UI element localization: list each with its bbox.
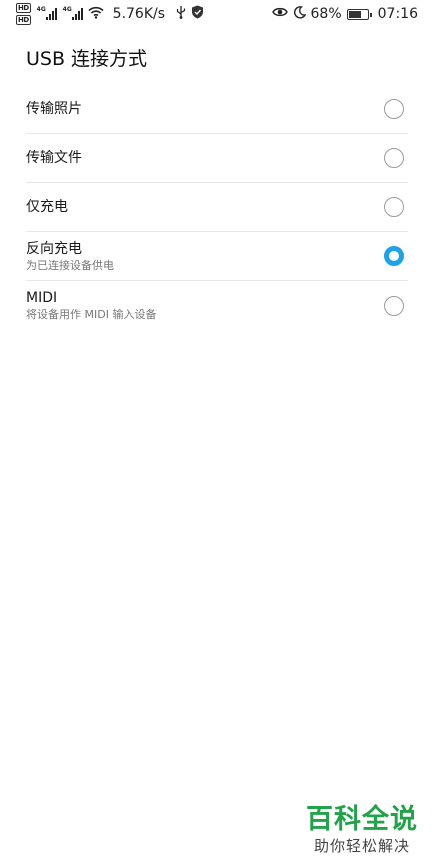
page-title: USB 连接方式	[26, 48, 148, 70]
status-bar-left: HD HD 4G 4G 5.76K/s	[16, 3, 204, 25]
option-midi[interactable]: MIDI 将设备用作 MIDI 输入设备	[26, 281, 408, 330]
signal-4g-icon: 4G	[63, 6, 83, 20]
option-description: 为已连接设备供电	[26, 258, 114, 272]
hd-icon: HD HD	[16, 3, 31, 25]
network-speed: 5.76K/s	[112, 6, 166, 22]
option-reverse-charge[interactable]: 反向充电 为已连接设备供电	[26, 232, 408, 281]
option-description: 将设备用作 MIDI 输入设备	[26, 308, 157, 321]
usb-mode-list: 传输照片 传输文件 仅充电 反向充电 为已连接设备供电 MIDI 将设备用作 M…	[26, 85, 408, 330]
option-label: 仅充电	[26, 199, 68, 215]
battery-icon	[346, 8, 372, 20]
moon-icon	[293, 5, 306, 23]
radio-button-selected[interactable]	[384, 246, 404, 266]
eye-icon	[271, 6, 288, 22]
watermark-logo: 百科全说 助你轻松解决	[306, 804, 418, 856]
option-transfer-photos[interactable]: 传输照片	[26, 85, 408, 134]
status-bar-right: 68% 07:16	[271, 5, 418, 23]
watermark-subtitle: 助你轻松解决	[313, 837, 410, 855]
wifi-icon	[88, 6, 104, 23]
clock: 07:16	[377, 6, 418, 22]
option-label: 传输照片	[26, 101, 82, 117]
option-label: MIDI	[26, 290, 58, 306]
radio-button[interactable]	[384, 148, 404, 168]
option-charge-only[interactable]: 仅充电	[26, 183, 408, 232]
option-transfer-files[interactable]: 传输文件	[26, 134, 408, 183]
radio-button[interactable]	[384, 99, 404, 119]
option-label: 传输文件	[26, 150, 82, 166]
signal-4g-icon: 4G	[37, 6, 57, 20]
watermark-title: 百科全说	[306, 804, 418, 835]
radio-button[interactable]	[384, 295, 404, 316]
usb-icon	[176, 5, 186, 23]
shield-icon	[191, 5, 204, 23]
status-bar: HD HD 4G 4G 5.76K/s 68% 07:16	[0, 0, 434, 28]
battery-percent: 68%	[310, 6, 342, 22]
radio-button[interactable]	[384, 197, 404, 217]
option-label: 反向充电	[26, 240, 82, 257]
